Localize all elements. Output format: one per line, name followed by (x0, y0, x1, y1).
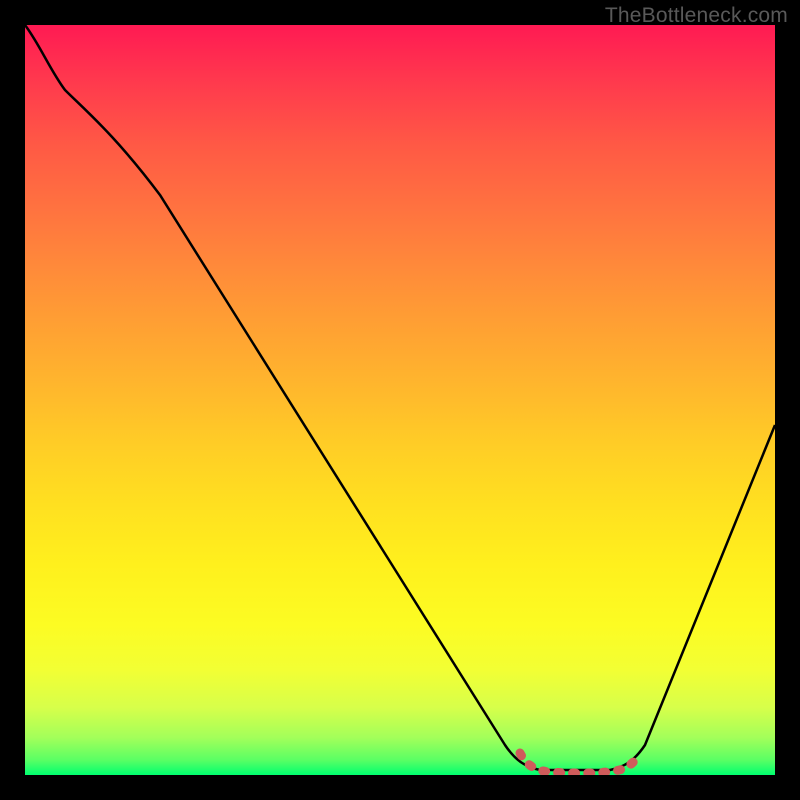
bottleneck-curve-path (25, 25, 775, 770)
watermark-text: TheBottleneck.com (605, 4, 788, 28)
chart-svg (25, 25, 775, 775)
chart-plot-area (25, 25, 775, 775)
